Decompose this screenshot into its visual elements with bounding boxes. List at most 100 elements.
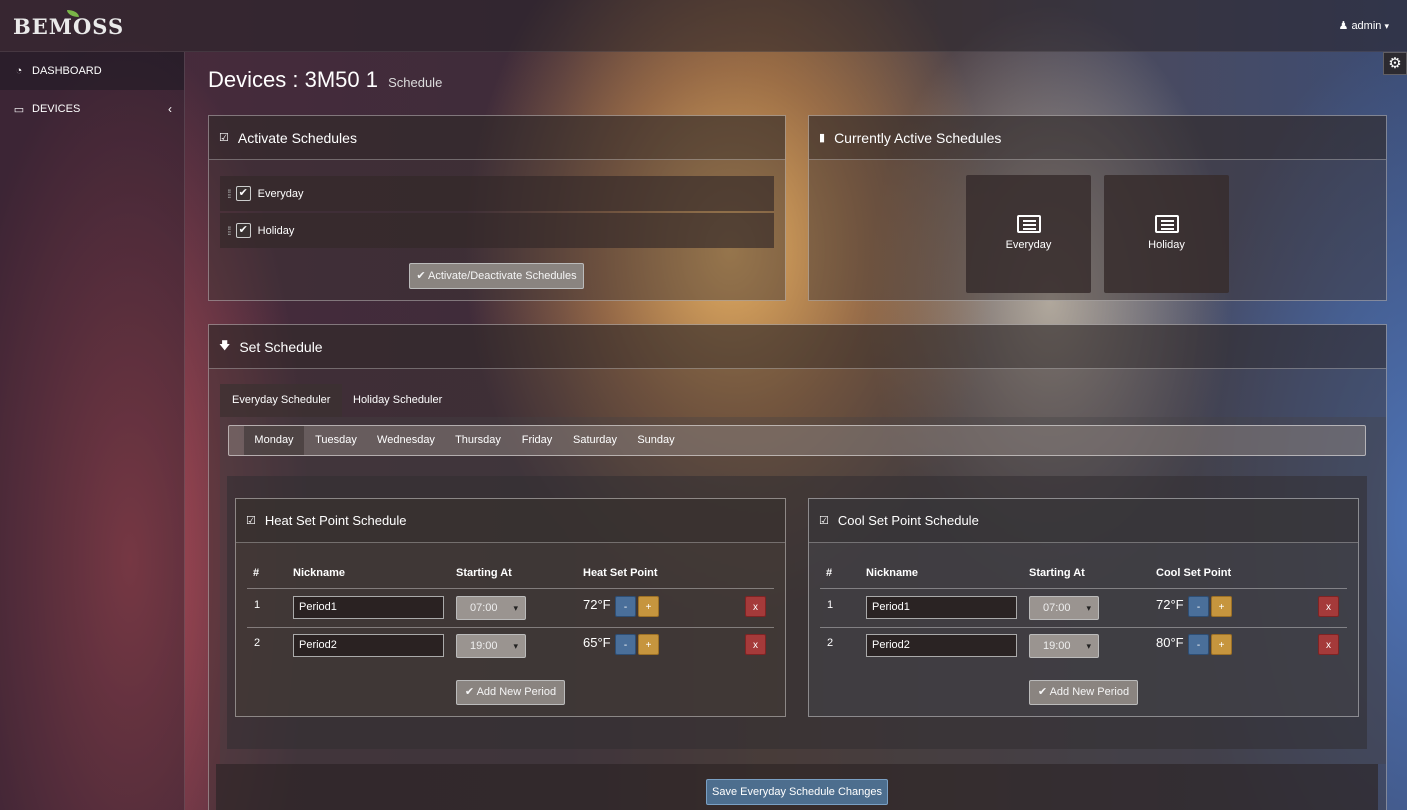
- day-tabs: Monday Tuesday Wednesday Thursday Friday…: [228, 425, 1366, 456]
- tab-holiday-scheduler[interactable]: Holiday Scheduler: [341, 384, 454, 417]
- panel-header: ☑ Cool Set Point Schedule: [809, 499, 1358, 543]
- delete-row-button[interactable]: x: [745, 634, 766, 655]
- delete-row-button[interactable]: x: [1318, 596, 1339, 617]
- start-time-select[interactable]: 07:00 ▾: [1029, 596, 1099, 620]
- list-icon: [1016, 215, 1041, 233]
- nickname-input[interactable]: Period2: [293, 634, 444, 657]
- button-label: Activate/Deactivate Schedules: [428, 270, 577, 282]
- drag-handle-icon[interactable]: ⁞⁞: [227, 187, 231, 201]
- settings-gear-button[interactable]: ⚙: [1383, 52, 1407, 75]
- activate-deactivate-button[interactable]: ✔ Activate/Deactivate Schedules: [409, 263, 584, 289]
- decrease-button[interactable]: -: [1188, 596, 1209, 617]
- chevron-down-icon: ▾: [513, 641, 518, 651]
- tab-saturday[interactable]: Saturday: [564, 426, 626, 455]
- start-time-select[interactable]: 19:00 ▾: [456, 634, 526, 658]
- row-number: 1: [827, 599, 834, 611]
- nickname-input[interactable]: Period2: [866, 634, 1017, 657]
- start-time-select[interactable]: 19:00 ▾: [1029, 634, 1099, 658]
- sidebar-item-label: DASHBOARD: [32, 65, 102, 77]
- tab-wednesday[interactable]: Wednesday: [369, 426, 443, 455]
- setpoint-value: 65°F: [583, 635, 611, 650]
- chevron-down-icon: ▾: [1086, 603, 1091, 613]
- row-number: 2: [254, 637, 261, 649]
- tab-monday[interactable]: Monday: [244, 426, 304, 455]
- nickname-input[interactable]: Period1: [866, 596, 1017, 619]
- panel-header: ☑ Heat Set Point Schedule: [236, 499, 785, 543]
- increase-button[interactable]: +: [638, 634, 659, 655]
- decrease-button[interactable]: -: [1188, 634, 1209, 655]
- bookmark-icon: ▮: [819, 132, 826, 144]
- active-tile-everyday[interactable]: Everyday: [966, 175, 1091, 293]
- user-menu[interactable]: ♟ admin ▾: [1339, 19, 1390, 32]
- active-tile-holiday[interactable]: Holiday: [1104, 175, 1229, 293]
- schedule-row-everyday[interactable]: ⁞⁞ ✔ Everyday: [220, 176, 774, 211]
- tab-everyday-scheduler[interactable]: Everyday Scheduler: [220, 384, 343, 417]
- holiday-checkbox[interactable]: ✔: [235, 223, 251, 238]
- column-header-start: Starting At: [456, 567, 512, 579]
- tab-thursday[interactable]: Thursday: [447, 426, 509, 455]
- increase-button[interactable]: +: [638, 596, 659, 617]
- list-icon: [1154, 215, 1179, 233]
- column-header-number: #: [826, 567, 833, 579]
- cool-table: # Nickname Starting At Cool Set Point 1 …: [809, 543, 1358, 717]
- schedule-row-holiday[interactable]: ⁞⁞ ✔ Holiday: [220, 213, 774, 248]
- tab-sunday[interactable]: Sunday: [630, 426, 682, 455]
- tile-label: Holiday: [1148, 239, 1185, 251]
- sidebar-item-dashboard[interactable]: ◔ DASHBOARD: [0, 52, 184, 90]
- panel-header: 🡇 Set Schedule: [209, 325, 1386, 369]
- setpoint-value: 72°F: [1156, 597, 1184, 612]
- tab-tuesday[interactable]: Tuesday: [307, 426, 365, 455]
- nickname-input[interactable]: Period1: [293, 596, 444, 619]
- page-title-text: Devices : 3M50 1: [208, 67, 378, 92]
- everyday-checkbox[interactable]: ✔: [235, 186, 251, 201]
- person-icon: ♟: [1338, 20, 1349, 32]
- schedule-label: Everyday: [257, 187, 304, 200]
- caret-down-icon: ▾: [1384, 21, 1389, 31]
- increase-button[interactable]: +: [1211, 634, 1232, 655]
- logo-text: BEMOSS: [13, 14, 125, 39]
- row-divider: [820, 627, 1347, 628]
- add-new-period-button[interactable]: ✔ Add New Period: [456, 680, 565, 705]
- start-time-select[interactable]: 07:00 ▾: [456, 596, 526, 620]
- delete-row-button[interactable]: x: [1318, 634, 1339, 655]
- button-label: Add New Period: [476, 686, 557, 698]
- day-content: ☑ Heat Set Point Schedule # Nickname Sta…: [227, 476, 1367, 749]
- button-label: Add New Period: [1049, 686, 1130, 698]
- save-schedule-button[interactable]: Save Everyday Schedule Changes: [706, 779, 888, 805]
- tab-friday[interactable]: Friday: [514, 426, 560, 455]
- check-icon: ✔: [238, 224, 248, 236]
- increase-button[interactable]: +: [1211, 596, 1232, 617]
- panel-title: Cool Set Point Schedule: [837, 513, 979, 528]
- active-schedules-panel: ▮ Currently Active Schedules Everyday Ho…: [808, 115, 1387, 301]
- start-time-value: 19:00: [1043, 640, 1071, 652]
- sidebar-item-devices[interactable]: ▭ DEVICES ‹: [0, 90, 184, 128]
- row-divider: [247, 627, 774, 628]
- panel-title: Heat Set Point Schedule: [264, 513, 407, 528]
- tile-label: Everyday: [1005, 239, 1052, 251]
- decrease-button[interactable]: -: [615, 634, 636, 655]
- check-icon: ✔: [464, 686, 475, 698]
- page-title: Devices : 3M50 1 Schedule: [208, 67, 442, 93]
- bemoss-logo[interactable]: BEMOSS: [13, 10, 125, 39]
- start-time-value: 07:00: [470, 602, 498, 614]
- panel-header: ▮ Currently Active Schedules: [809, 116, 1386, 160]
- check-icon: ✔: [1037, 686, 1048, 698]
- column-header-setpoint: Cool Set Point: [1156, 567, 1232, 579]
- panel-title: Currently Active Schedules: [834, 129, 1002, 146]
- drag-handle-icon[interactable]: ⁞⁞: [227, 224, 231, 238]
- top-navbar: BEMOSS ♟ admin ▾: [0, 0, 1407, 52]
- column-header-number: #: [253, 567, 260, 579]
- heat-table: # Nickname Starting At Heat Set Point 1 …: [236, 543, 785, 717]
- check-icon: ✔: [416, 270, 426, 282]
- start-time-value: 07:00: [1043, 602, 1071, 614]
- delete-row-button[interactable]: x: [745, 596, 766, 617]
- sidebar: ◔ DASHBOARD ▭ DEVICES ‹: [0, 52, 185, 810]
- page-subtitle: Schedule: [388, 75, 443, 90]
- arrow-down-icon: 🡇: [219, 340, 231, 352]
- dashboard-icon: ◔: [15, 65, 23, 77]
- monitor-icon: ▭: [13, 103, 25, 116]
- decrease-button[interactable]: -: [615, 596, 636, 617]
- schedule-label: Holiday: [257, 224, 295, 237]
- add-new-period-button[interactable]: ✔ Add New Period: [1029, 680, 1138, 705]
- gear-icon: ⚙: [1388, 55, 1402, 72]
